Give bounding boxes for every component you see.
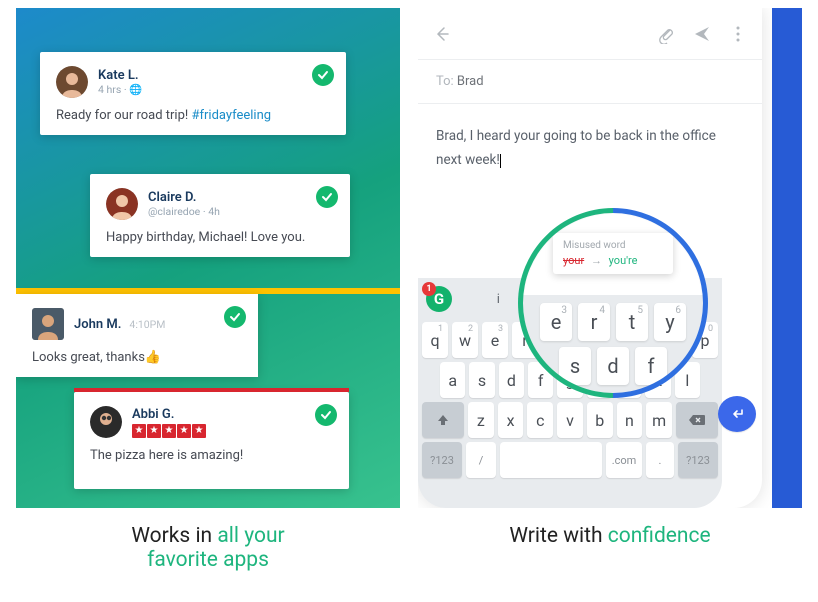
message-time: 4:10PM [129,318,165,331]
user-name: Kate L. [98,68,142,83]
post-meta: 4 hrs · 🌐 [98,83,142,96]
arrow-icon: → [591,254,602,267]
alert-badge: 1 [422,282,436,296]
correction-tooltip[interactable]: Misused word your → you're [553,233,673,274]
more-icon[interactable] [728,24,748,44]
slash-key[interactable]: / [466,442,496,478]
post-handle: @clairedoe · 4h [148,205,220,218]
key-x[interactable]: x [498,402,524,438]
key-s[interactable]: s [559,347,591,385]
blue-accent-bar [772,8,802,508]
key-c[interactable]: c [527,402,553,438]
social-post-claire: Claire D. @clairedoe · 4h Happy birthday… [90,174,350,257]
key-d[interactable]: d [597,347,629,385]
email-body[interactable]: Brad, I heard your going to be back in t… [418,104,762,193]
key-d[interactable]: d [499,362,524,398]
space-key[interactable] [500,442,602,478]
key-e[interactable]: e3 [482,322,508,358]
star-icon: ★ [192,424,206,438]
shift-key[interactable] [422,402,464,438]
rating-stars: ★ ★ ★ ★ ★ [132,424,206,438]
enter-key[interactable] [718,396,756,432]
key-e[interactable]: e3 [540,303,572,341]
key-a[interactable]: a [440,362,465,398]
to-field[interactable]: To: Brad [418,60,762,104]
post-message: Happy birthday, Michael! Love you. [106,230,334,245]
chat-message-john: John M. 4:10PM Looks great, thanks👍 [16,294,258,377]
backspace-key[interactable] [676,402,718,438]
key-b[interactable]: b [587,402,613,438]
star-icon: ★ [147,424,161,438]
email-toolbar [418,8,762,60]
key-t[interactable]: t5 [616,303,648,341]
star-icon: ★ [177,424,191,438]
magnifier-content: Misused word your → you're e3 [523,213,703,393]
send-icon[interactable] [692,24,712,44]
key-q[interactable]: q1 [422,322,448,358]
period-key[interactable]: . [646,442,674,478]
review-post-abbi: Abbi G. ★ ★ ★ ★ ★ The pizza here is amaz… [74,392,349,489]
key-n[interactable]: n [617,402,643,438]
social-post-kate: Kate L. 4 hrs · 🌐 Ready for our road tri… [40,52,346,135]
key-r[interactable]: r4 [578,303,610,341]
symbols-key[interactable]: ?123 [678,442,718,478]
user-name: Abbi G. [132,407,206,422]
key-s[interactable]: s [469,362,494,398]
key-y[interactable]: y6 [654,303,686,341]
key-m[interactable]: m [646,402,672,438]
user-name: Claire D. [148,190,220,205]
right-image: To: Brad Brad, I heard your going to be … [418,8,802,508]
text-cursor [500,154,501,168]
star-icon: ★ [132,424,146,438]
avatar [106,188,138,220]
post-message: Ready for our road trip! #fridayfeeling [56,108,330,123]
review-message: The pizza here is amazing! [90,448,333,463]
star-icon: ★ [162,424,176,438]
checkmark-icon [312,64,334,86]
avatar [32,308,64,340]
key-f[interactable]: f [635,347,667,385]
left-caption: Works in all your favorite apps [131,524,284,572]
user-name: John M. [74,317,121,332]
checkmark-icon [315,404,337,426]
key-v[interactable]: v [557,402,583,438]
tooltip-label: Misused word [563,240,663,251]
checkmark-icon [316,186,338,208]
correct-word: you're [609,254,638,267]
right-panel: To: Brad Brad, I heard your going to be … [418,8,802,590]
key-z[interactable]: z [468,402,494,438]
back-icon[interactable] [432,24,452,44]
left-panel: Kate L. 4 hrs · 🌐 Ready for our road tri… [16,8,400,590]
chat-message: Looks great, thanks👍 [32,350,242,365]
right-caption: Write with confidence [509,524,710,548]
key-w[interactable]: w2 [452,322,478,358]
left-image: Kate L. 4 hrs · 🌐 Ready for our road tri… [16,8,400,508]
red-accent-bar [74,388,349,392]
avatar [90,406,122,438]
avatar [56,66,88,98]
grammarly-icon[interactable]: G 1 [426,286,452,312]
checkmark-icon [224,306,246,328]
hashtag-link[interactable]: #fridayfeeling [191,108,271,123]
dotcom-key[interactable]: .com [606,442,642,478]
attachment-icon[interactable] [656,24,676,44]
wrong-word: your [563,254,584,267]
symbols-key[interactable]: ?123 [422,442,462,478]
